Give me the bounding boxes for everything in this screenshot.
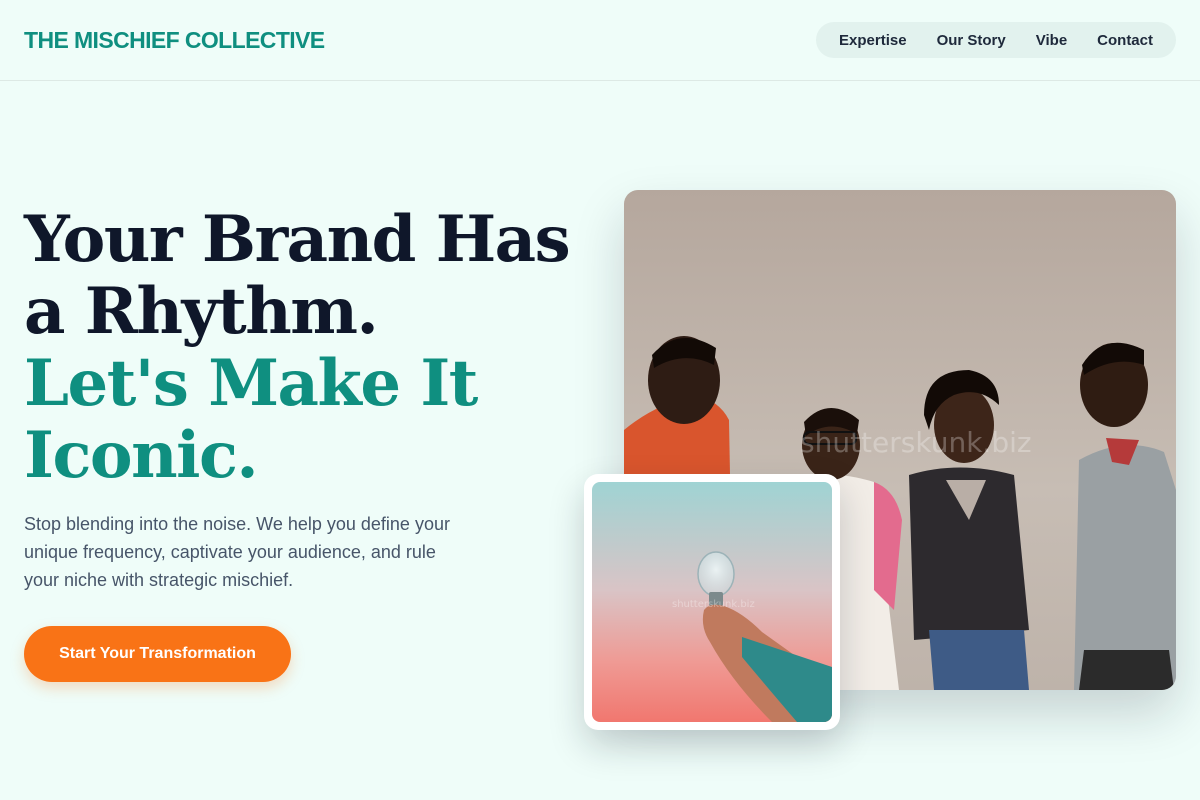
hero-headline: Your Brand Has a Rhythm. Let's Make It I… [24, 204, 584, 492]
nav-link-vibe[interactable]: Vibe [1021, 32, 1082, 49]
nav-link-our-story[interactable]: Our Story [922, 32, 1021, 49]
brand-logo[interactable]: THE MISCHIEF COLLECTIVE [24, 27, 325, 54]
headline-line-1: Your Brand Has [24, 202, 571, 277]
headline-accent-line-2: Iconic. [24, 418, 259, 493]
hero-subtext: Stop blending into the noise. We help yo… [24, 514, 450, 590]
start-transformation-button[interactable]: Start Your Transformation [24, 626, 291, 682]
headline-line-2: a Rhythm. [24, 274, 379, 349]
lightbulb-photo: shutterskunk.biz [592, 482, 832, 722]
lightbulb-photo-card: shutterskunk.biz [584, 474, 840, 730]
nav-link-contact[interactable]: Contact [1082, 32, 1168, 49]
inset-photo-watermark: shutterskunk.biz [672, 599, 755, 610]
site-header: THE MISCHIEF COLLECTIVE Expertise Our St… [0, 0, 1200, 81]
main-nav: Expertise Our Story Vibe Contact [816, 22, 1176, 58]
nav-link-expertise[interactable]: Expertise [824, 32, 922, 49]
main-photo-watermark: shutterskunk.biz [800, 426, 1032, 459]
headline-accent-line-1: Let's Make It [24, 346, 478, 421]
